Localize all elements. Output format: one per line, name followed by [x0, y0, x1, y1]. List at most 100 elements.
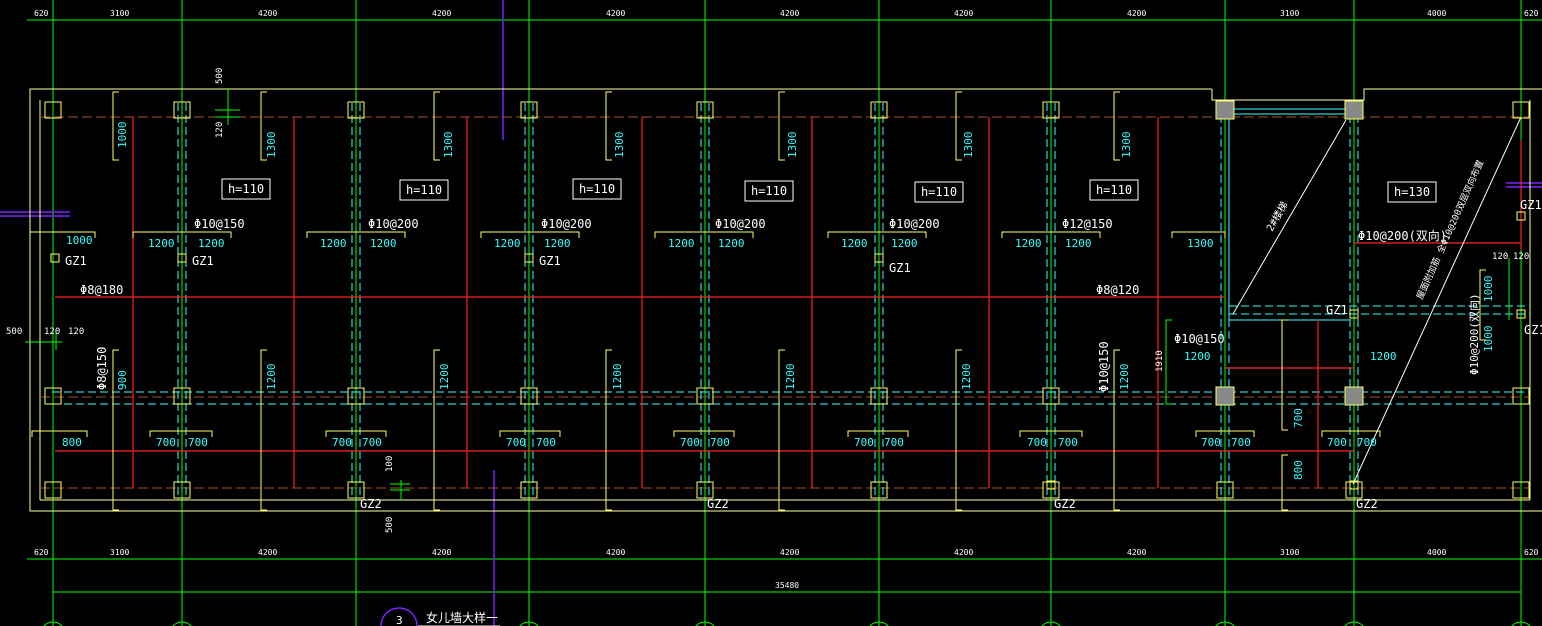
- len-lpair-16: 700: [1357, 436, 1377, 449]
- stair-note: 2#楼梯: [1263, 199, 1290, 233]
- len-lpair-1: 700: [156, 436, 176, 449]
- len-upper-6: 1300: [1120, 132, 1133, 159]
- len-right-700: 700: [1292, 408, 1305, 428]
- grid-bubbles: [43, 621, 1531, 626]
- dim-top-0: 620: [34, 9, 49, 18]
- column-marker: [1215, 386, 1235, 406]
- detail-title: 女儿墙大样一: [426, 610, 498, 625]
- rebar-top-0: Φ10@150: [194, 217, 245, 231]
- len-lpair-8: 700: [710, 436, 730, 449]
- thickness-box: h=130: [1387, 181, 1437, 203]
- dim-bot-3: 4200: [432, 548, 451, 557]
- len-pair-11: 1200: [1015, 237, 1042, 250]
- gz1-label-4: GZ1: [1326, 303, 1348, 317]
- rebar-right-side: Φ10@200(双向): [1467, 293, 1481, 375]
- gz2-label-3: GZ2: [1356, 497, 1378, 511]
- cyan-dashed: [52, 103, 1530, 500]
- columns-layer: [44, 100, 1530, 499]
- purple-lines: [0, 0, 1542, 626]
- dim-top-6: 4200: [954, 9, 973, 18]
- floor-plan-drawing: h=110 h=110 h=110 h=110 h=110 h=110 h=130 620 …: [0, 0, 1542, 626]
- len-lpair-7: 700: [680, 436, 700, 449]
- dim-bot-10: 620: [1524, 548, 1539, 557]
- len-pair-4: 1200: [370, 237, 397, 250]
- dim-bot-100: 100: [385, 456, 395, 472]
- dim-bot-5: 4200: [780, 548, 799, 557]
- gz1-label-5: GZ1: [1520, 198, 1542, 212]
- len-lower-1: 1200: [265, 364, 278, 391]
- len-lpair-14: 700: [1231, 436, 1251, 449]
- len-lower-2: 1200: [438, 364, 451, 391]
- thickness-box: h=110: [914, 181, 964, 203]
- len-lpair-2: 700: [188, 436, 208, 449]
- len-pair-8: 1200: [718, 237, 745, 250]
- dim-top-7: 4200: [1127, 9, 1146, 18]
- len-mid-1200b: 1200: [1370, 350, 1397, 363]
- thickness-label: h=110: [1096, 183, 1132, 197]
- len-pair-0: 1000: [66, 234, 93, 247]
- rebar-left-vert: Φ8@150: [95, 347, 109, 390]
- thickness-box: h=110: [399, 179, 449, 201]
- dim-right-120b: 120: [1513, 252, 1529, 262]
- dim-top-10: 620: [1524, 9, 1539, 18]
- gz1-label-3: GZ1: [889, 261, 911, 275]
- column-marker: [1344, 386, 1364, 406]
- len-upper-1: 1300: [265, 132, 278, 159]
- dim-total: 35480: [775, 581, 799, 590]
- rebar-top-1: Φ10@200: [368, 217, 419, 231]
- len-upper-3: 1300: [613, 132, 626, 159]
- dim-left-500: 500: [6, 327, 22, 337]
- labels-layer: 620 3100 4200 4200 4200 4200 4200 4200 3…: [6, 9, 1542, 626]
- len-upper-0: 1000: [116, 122, 129, 149]
- len-right-1000a: 1000: [1482, 276, 1495, 303]
- dim-top-4: 4200: [606, 9, 625, 18]
- dim-bot-6: 4200: [954, 548, 973, 557]
- thickness-box: h=110: [572, 178, 622, 200]
- rebar-left-dist: Φ8@180: [80, 283, 123, 297]
- len-pair-1: 1200: [148, 237, 175, 250]
- len-lpair-3: 700: [332, 436, 352, 449]
- dim-bot-9: 4000: [1427, 548, 1446, 557]
- thickness-box: h=110: [744, 180, 794, 202]
- dim-top-2: 4200: [258, 9, 277, 18]
- dim-bot-0: 620: [34, 548, 49, 557]
- thickness-label: h=130: [1394, 185, 1430, 199]
- dim-right-120a: 120: [1492, 252, 1508, 262]
- thickness-box: h=110: [221, 178, 271, 200]
- gz2-label-0: GZ2: [360, 497, 382, 511]
- len-lower-4: 1200: [784, 364, 797, 391]
- rebar-lines: [55, 117, 1522, 488]
- dim-top-120: 120: [215, 122, 225, 138]
- len-pair-2: 1200: [198, 237, 225, 250]
- len-pair-9: 1200: [841, 237, 868, 250]
- len-lpair-12: 700: [1058, 436, 1078, 449]
- column-marker: [1344, 100, 1364, 120]
- len-pair-5: 1200: [494, 237, 521, 250]
- gz1-label-1: GZ1: [192, 254, 214, 268]
- dim-left-120a: 120: [44, 327, 60, 337]
- dim-top-8: 3100: [1280, 9, 1299, 18]
- dim-top-9: 4000: [1427, 9, 1446, 18]
- dim-top-500: 500: [215, 68, 225, 84]
- len-lpair-6: 700: [536, 436, 556, 449]
- rebar-top-5: Φ12@150: [1062, 217, 1113, 231]
- thickness-label: h=110: [921, 185, 957, 199]
- len-lower-0: 900: [116, 370, 129, 390]
- len-lpair-5: 700: [506, 436, 526, 449]
- small-dim-marks: [25, 88, 1510, 500]
- len-pair-6: 1200: [544, 237, 571, 250]
- thickness-box: h=110: [1089, 179, 1139, 201]
- len-pair-13: 1300: [1187, 237, 1214, 250]
- dim-bot-500: 500: [385, 517, 395, 533]
- len-lower-3: 1200: [611, 364, 624, 391]
- dim-bot-8: 3100: [1280, 548, 1299, 557]
- axis-grid: [27, 0, 1542, 626]
- gz2-label-2: GZ2: [1054, 497, 1076, 511]
- dim-top-5: 4200: [780, 9, 799, 18]
- dim-bot-7: 4200: [1127, 548, 1146, 557]
- len-lpair-13: 700: [1201, 436, 1221, 449]
- thickness-label: h=110: [579, 182, 615, 196]
- len-upper-2: 1300: [442, 132, 455, 159]
- beam-lines: [40, 116, 1530, 489]
- rebar-top-3: Φ10@200: [715, 217, 766, 231]
